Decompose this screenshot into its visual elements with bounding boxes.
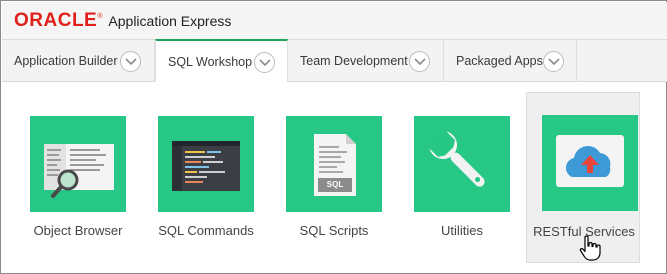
tile-label: Object Browser bbox=[33, 223, 123, 238]
tab-label: SQL Workshop bbox=[168, 54, 253, 69]
tab-team-development[interactable]: Team Development bbox=[288, 40, 444, 82]
chevron-down-icon[interactable] bbox=[543, 51, 564, 72]
sql-commands-tile-icon-box[interactable] bbox=[158, 116, 254, 212]
tile-sql-scripts[interactable]: SQL SQL Scripts bbox=[285, 115, 383, 261]
tab-label: Packaged Apps bbox=[456, 54, 543, 68]
tile-label: Utilities bbox=[441, 223, 483, 238]
object-browser-icon bbox=[44, 144, 114, 198]
brand-name: ORACLE bbox=[14, 10, 98, 31]
cloud-upload-icon bbox=[556, 135, 624, 187]
oracle-logo[interactable]: ORACLE ® Application Express bbox=[14, 10, 232, 31]
tab-label: Team Development bbox=[300, 54, 408, 68]
tab-sql-workshop[interactable]: SQL Workshop bbox=[155, 39, 288, 82]
tab-application-builder[interactable]: Application Builder bbox=[2, 40, 155, 82]
chevron-down-icon[interactable] bbox=[120, 51, 141, 72]
registered-mark: ® bbox=[97, 13, 103, 20]
chevron-down-icon[interactable] bbox=[409, 51, 430, 72]
restful-services-tile-icon-box[interactable] bbox=[542, 115, 638, 211]
hand-pointer-icon bbox=[579, 235, 601, 261]
tile-label: SQL Commands bbox=[158, 223, 254, 238]
tile-object-browser[interactable]: Object Browser bbox=[29, 115, 127, 261]
tile-sql-commands[interactable]: SQL Commands bbox=[157, 115, 255, 261]
tab-label: Application Builder bbox=[14, 54, 118, 68]
object-browser-tile-icon-box[interactable] bbox=[30, 116, 126, 212]
apex-window: ORACLE ® Application Express Application… bbox=[0, 0, 667, 274]
tile-utilities[interactable]: Utilities bbox=[413, 115, 511, 261]
chevron-down-icon[interactable] bbox=[254, 52, 275, 73]
app-header: ORACLE ® Application Express bbox=[2, 2, 667, 40]
sql-commands-icon bbox=[172, 141, 240, 191]
sql-badge: SQL bbox=[326, 180, 344, 189]
tile-label: SQL Scripts bbox=[299, 223, 369, 238]
sql-scripts-tile-icon-box[interactable]: SQL bbox=[286, 116, 382, 212]
tab-packaged-apps[interactable]: Packaged Apps bbox=[444, 40, 577, 82]
product-name: Application Express bbox=[108, 13, 232, 29]
utilities-tile-icon-box[interactable] bbox=[414, 116, 510, 212]
main-tab-bar: Application Builder SQL Workshop Team De… bbox=[2, 39, 667, 82]
wrench-icon bbox=[429, 131, 485, 187]
sql-scripts-icon bbox=[314, 134, 356, 196]
